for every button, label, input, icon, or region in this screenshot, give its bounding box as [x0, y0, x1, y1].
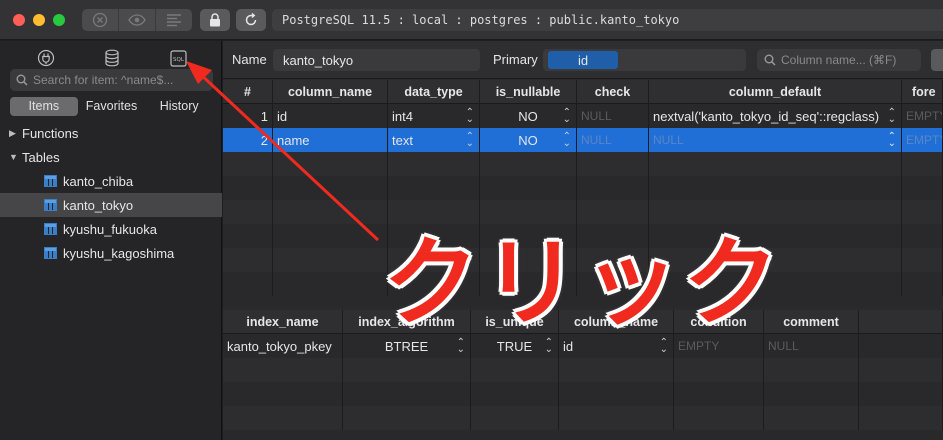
eye-icon[interactable] [119, 9, 156, 31]
close-window-button[interactable] [13, 14, 25, 26]
search-icon [764, 54, 776, 66]
primary-label: Primary [493, 52, 538, 67]
column-header[interactable]: column_name [273, 80, 388, 104]
empty-row [223, 382, 943, 406]
sidebar-item-label: kanto_chiba [63, 173, 134, 189]
table-icon [44, 199, 57, 211]
sql-query-icon[interactable]: SQL [167, 47, 189, 69]
stepper-icon[interactable]: ⌃ ⌄ [888, 108, 896, 125]
annotation-click-label: クリック [383, 227, 783, 339]
disclosure-collapsed-icon[interactable]: ▶ [9, 128, 22, 139]
cell-data-type[interactable]: int4 ⌃ ⌄ [388, 104, 480, 128]
cell-foreign[interactable]: EMPTY [902, 104, 943, 128]
sidebar-item-label: kanto_tokyo [63, 197, 134, 213]
empty-row [223, 406, 943, 430]
sidebar-item-label: kyushu_fukuoka [63, 221, 157, 237]
cell-check[interactable]: NULL [577, 128, 649, 152]
cell-is-nullable[interactable]: NO ⌃ ⌄ [480, 104, 577, 128]
sidebar-item-label: kyushu_kagoshima [63, 245, 175, 261]
cell-index-name[interactable]: kanto_tokyo_pkey [223, 334, 343, 358]
zoom-window-button[interactable] [53, 14, 65, 26]
sidebar-search-input[interactable] [33, 73, 203, 87]
sidebar-item-kanto-chiba[interactable]: kanto_chiba [0, 169, 222, 193]
index-column-header [859, 310, 943, 334]
cell-foreign[interactable]: EMPTY [902, 128, 943, 152]
stepper-icon[interactable]: ⌃ ⌄ [563, 132, 571, 149]
tree-group-tables[interactable]: ▼ Tables [0, 145, 222, 169]
stepper-icon[interactable]: ⌃ ⌄ [466, 132, 474, 149]
sidebar-item-kyushu-fukuoka[interactable]: kyushu_fukuoka [0, 217, 222, 241]
cell-is-nullable[interactable]: NO ⌃ ⌄ [480, 128, 577, 152]
index-column-header[interactable]: index_name [223, 310, 343, 334]
table-icon [44, 175, 57, 187]
sidebar: SQL Items Favorites History ▶ Functions … [0, 41, 222, 440]
sidebar-tree: ▶ Functions ▼ Tables kanto_chiba kanto_t… [0, 121, 222, 265]
list-icon[interactable] [156, 9, 192, 31]
table-row-selected[interactable]: 2 name text ⌃⌄ NO ⌃⌄ NULL NULL ⌃⌄ EMPTY [223, 128, 943, 152]
stepper-icon[interactable]: ⌃ ⌄ [563, 108, 571, 125]
table-row[interactable]: 1 id int4 ⌃ ⌄ NO ⌃ ⌄ NULL nextval('kanto_tok… [223, 104, 943, 128]
row-number: 2 [223, 128, 273, 152]
column-header[interactable]: data_type [388, 80, 480, 104]
tree-group-functions[interactable]: ▶ Functions [0, 121, 222, 145]
database-icon[interactable] [101, 47, 123, 69]
cell-column-default[interactable]: nextval('kanto_tokyo_id_seq'::regclass) ⌃… [649, 104, 902, 128]
table-icon [44, 247, 57, 259]
sidebar-search[interactable] [10, 69, 213, 91]
column-header[interactable]: check [577, 80, 649, 104]
tree-group-label: Tables [22, 149, 60, 165]
empty-row [223, 358, 943, 382]
title-bar: PostgreSQL 11.5 : local : postgres : pub… [0, 0, 943, 40]
cell-is-nullable-value: NO [518, 108, 538, 124]
name-label: Name [232, 52, 267, 67]
column-search-input[interactable] [781, 53, 921, 67]
refresh-button[interactable] [236, 9, 266, 31]
refresh-icon [245, 13, 257, 26]
sidebar-tabs: Items Favorites History [10, 97, 213, 116]
table-name-bar: Name kanto_tokyo Primary id [223, 41, 943, 79]
toolbar-button[interactable] [931, 49, 943, 71]
cell-is-nullable-value: NO [518, 132, 538, 148]
column-search[interactable] [757, 49, 921, 71]
tab-history[interactable]: History [145, 97, 213, 116]
cell-column-name[interactable]: name [273, 128, 388, 152]
table-name-field[interactable]: kanto_tokyo [273, 49, 480, 71]
cell-data-type[interactable]: text ⌃ ⌄ [388, 128, 480, 152]
columns-header-row: # column_name data_type is_nullable chec… [223, 80, 943, 104]
column-header[interactable]: fore [902, 80, 943, 104]
stepper-icon[interactable]: ⌃ ⌄ [888, 132, 896, 149]
plug-icon[interactable] [35, 47, 57, 69]
row-number: 1 [223, 104, 273, 128]
sidebar-item-kanto-tokyo[interactable]: kanto_tokyo [0, 193, 222, 217]
empty-row [223, 176, 943, 200]
column-header[interactable]: column_default [649, 80, 902, 104]
minimize-window-button[interactable] [33, 14, 45, 26]
disclosure-expanded-icon[interactable]: ▼ [9, 152, 22, 162]
column-header[interactable]: is_nullable [480, 80, 577, 104]
stepper-icon[interactable]: ⌃ ⌄ [466, 108, 474, 125]
lock-button[interactable] [200, 9, 230, 31]
primary-key-badge[interactable]: id [548, 51, 618, 69]
cell-data-type-value: int4 [392, 108, 413, 124]
connection-info: PostgreSQL 11.5 : local : postgres : pub… [272, 9, 943, 31]
cell-column-name[interactable]: id [273, 104, 388, 128]
toolbar-disabled-group [82, 9, 192, 31]
cell-column-default-value: NULL [653, 133, 684, 147]
tab-favorites[interactable]: Favorites [78, 97, 146, 116]
close-circle-icon[interactable] [82, 9, 119, 31]
column-header[interactable]: # [223, 80, 273, 104]
table-icon [44, 223, 57, 235]
search-icon [16, 74, 28, 86]
cell-data-type-value: text [392, 132, 413, 148]
tab-items[interactable]: Items [10, 97, 78, 116]
sidebar-icon-bar: SQL [0, 47, 222, 69]
sidebar-item-kyushu-kagoshima[interactable]: kyushu_kagoshima [0, 241, 222, 265]
svg-text:SQL: SQL [173, 57, 185, 63]
cell-check[interactable]: NULL [577, 104, 649, 128]
empty-row [223, 152, 943, 176]
cell-column-default-value: nextval('kanto_tokyo_id_seq'::regclass) [653, 108, 880, 124]
lock-icon [210, 13, 220, 27]
cell-column-default[interactable]: NULL ⌃ ⌄ [649, 128, 902, 152]
tree-group-label: Functions [22, 125, 79, 141]
